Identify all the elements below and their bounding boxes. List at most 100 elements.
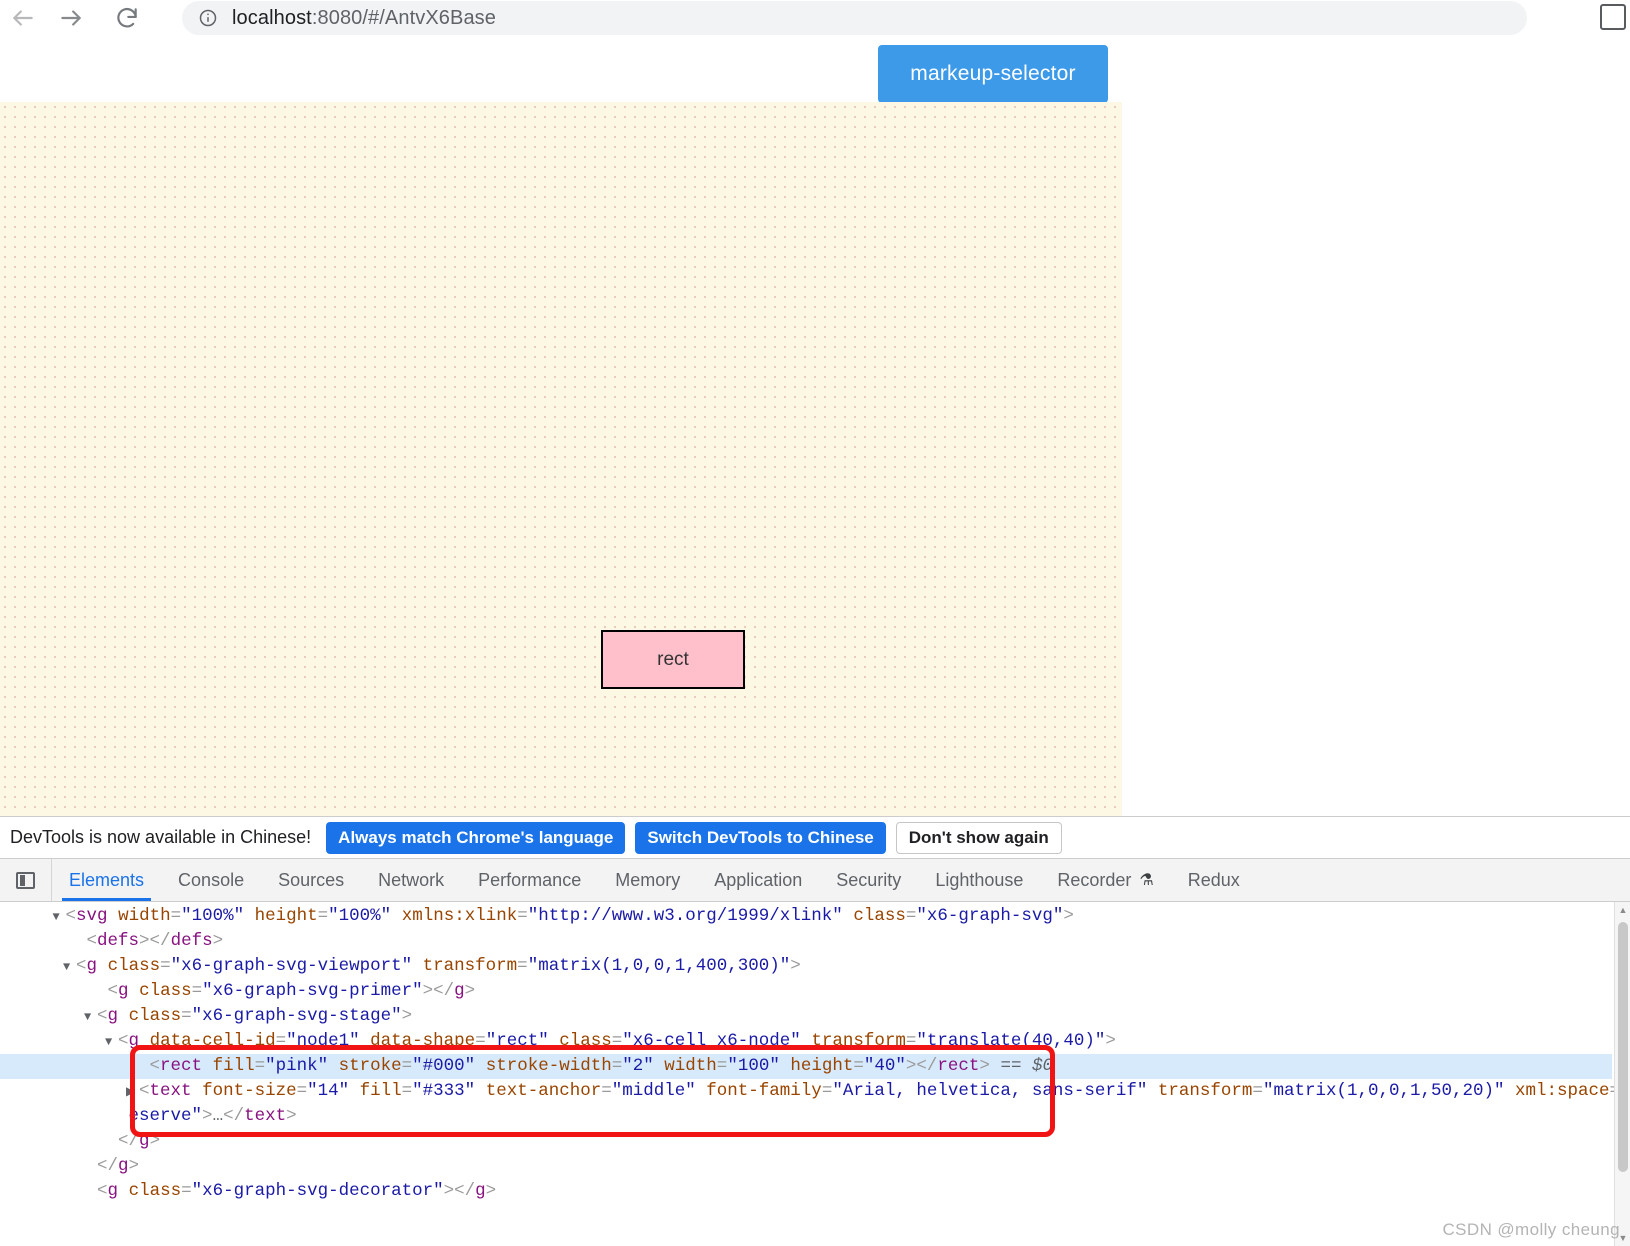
devtools-tab-recorder[interactable]: Recorder ⚗ [1040, 859, 1170, 901]
code-token-attn: width [118, 906, 171, 926]
code-token-attv: "node1" [286, 1031, 360, 1051]
expand-toggle-icon[interactable] [105, 1030, 118, 1055]
expand-toggle-icon[interactable] [126, 1080, 139, 1105]
code-token-punct: > [1063, 906, 1074, 926]
code-token-tagc: svg [76, 906, 108, 926]
elements-panel[interactable]: <svg width="100%" height="100%" xmlns:xl… [0, 902, 1630, 1246]
devtools-tab-elements[interactable]: Elements [52, 859, 161, 901]
code-token-punct: < [97, 1181, 108, 1201]
devtools-tab-memory[interactable]: Memory [598, 859, 697, 901]
expand-toggle-icon[interactable] [63, 955, 76, 980]
code-token-punct: = [905, 906, 917, 926]
code-token-attn: class [559, 1031, 612, 1051]
code-token-attv: "x6-cell x6-node" [622, 1031, 801, 1051]
code-token-punct: = [611, 1056, 623, 1076]
code-token-punct: = [517, 956, 528, 976]
code-token-punct: > [1105, 1031, 1116, 1051]
markup-selector-button[interactable]: markeup-selector [878, 45, 1108, 103]
forward-button[interactable] [52, 0, 90, 36]
elements-panel-scrollbar[interactable]: ▲ ▼ [1614, 902, 1630, 1246]
dom-tree-line[interactable]: <text font-size="14" fill="#333" text-an… [0, 1079, 1630, 1105]
switch-devtools-to-chinese-button[interactable]: Switch DevTools to Chinese [635, 821, 886, 854]
back-button[interactable] [4, 0, 42, 36]
dom-tree-line[interactable]: <g class="x6-graph-svg-primer"></g> [0, 979, 1612, 1004]
tab-label: Sources [278, 869, 345, 890]
always-match-chrome-language-button[interactable]: Always match Chrome's language [326, 821, 626, 854]
code-token-attv: "100%" [181, 906, 245, 926]
dock-panel-icon [16, 871, 35, 889]
arrow-right-icon [61, 10, 81, 26]
dom-tree-line[interactable]: </g> [0, 1154, 1612, 1179]
code-token-punct: > [128, 1156, 140, 1176]
dom-tree-line[interactable]: <g class="x6-graph-svg-viewport" transfo… [0, 954, 1612, 979]
code-token-attv: "100%" [328, 906, 392, 926]
code-token-punct: = [275, 1031, 287, 1051]
tab-label: Lighthouse [935, 869, 1024, 890]
code-token-punct: > [202, 1106, 213, 1126]
address-bar[interactable]: localhost:8080/#/AntvX6Base [182, 1, 1527, 35]
reload-button[interactable] [108, 0, 146, 36]
scroll-up-icon[interactable]: ▲ [1615, 902, 1630, 918]
arrow-left-icon [13, 10, 33, 26]
tab-label: Security [836, 869, 902, 890]
dom-tree-line[interactable]: <g data-cell-id="node1" data-shape="rect… [0, 1029, 1612, 1054]
code-token-punct: < [76, 956, 87, 976]
dom-tree-line[interactable]: <defs></defs> [0, 929, 1612, 954]
tab-label: Recorder [1057, 869, 1132, 890]
tab-label: Redux [1187, 869, 1240, 890]
info-circle-icon[interactable] [198, 8, 218, 28]
dom-tree[interactable]: <svg width="100%" height="100%" xmlns:xl… [0, 904, 1630, 1204]
devtools-tab-redux[interactable]: Redux [1171, 859, 1257, 901]
code-token-attv: "matrix(1,0,0,1,400,300)" [527, 956, 791, 976]
dom-tree-line[interactable]: <g class="x6-graph-svg-decorator"></g> [0, 1179, 1612, 1204]
expand-toggle-icon[interactable] [84, 1005, 97, 1030]
code-token-attv: "http://www.w3.org/1999/xlink" [527, 906, 843, 926]
code-token-attv: "x6-graph-svg" [916, 906, 1064, 926]
window-controls-icon[interactable] [1600, 4, 1626, 30]
scrollbar-thumb[interactable] [1618, 922, 1628, 1172]
dom-tree-line[interactable]: <rect fill="pink" stroke="#000" stroke-w… [0, 1054, 1612, 1079]
code-token-tagc: text [244, 1106, 287, 1126]
code-token-attv: "pink" [265, 1056, 329, 1076]
code-token-punct: = [716, 1056, 728, 1076]
dont-show-again-button[interactable]: Don't show again [895, 821, 1062, 854]
dock-side-button[interactable] [0, 859, 52, 901]
code-token-attn: fill [359, 1081, 402, 1101]
tab-label: Elements [69, 869, 145, 890]
code-token-attv: "x6-graph-svg-primer" [202, 981, 423, 1001]
dom-tree-line[interactable]: <g class="x6-graph-svg-stage"> [0, 1004, 1612, 1029]
x6-graph-canvas[interactable]: rect [0, 102, 1122, 816]
expand-toggle-icon[interactable] [53, 905, 66, 930]
devtools-tab-performance[interactable]: Performance [461, 859, 598, 901]
code-token-tagc: rect [937, 1056, 980, 1076]
code-token-punct: = [853, 1056, 864, 1076]
code-token-punct: > [485, 1181, 497, 1201]
devtools-tab-console[interactable]: Console [161, 859, 261, 901]
graph-node-rect[interactable]: rect [601, 630, 745, 689]
code-token-punct: = [191, 981, 203, 1001]
watermark: CSDN @molly cheung [1442, 1220, 1620, 1239]
devtools-tab-lighthouse[interactable]: Lighthouse [918, 859, 1040, 901]
dom-tree-line[interactable]: </g> [0, 1129, 1612, 1154]
code-token-attn: width [664, 1056, 717, 1076]
devtools-tab-application[interactable]: Application [697, 859, 819, 901]
devtools-tab-network[interactable]: Network [361, 859, 461, 901]
code-token-tagc: g [107, 1181, 119, 1201]
dom-tree-line[interactable]: <svg width="100%" height="100%" xmlns:xl… [0, 904, 1612, 929]
devtools-tab-security[interactable]: Security [819, 859, 918, 901]
code-token-attv: "x6-graph-svg-stage" [191, 1006, 402, 1026]
code-token-attn: stroke-width [485, 1056, 612, 1076]
devtools-language-notice: DevTools is now available in Chinese! Al… [0, 816, 1630, 859]
dom-tree-line[interactable]: eserve">…</text> [0, 1104, 1612, 1129]
code-token-punct: = [517, 906, 528, 926]
devtools-tab-sources[interactable]: Sources [261, 859, 361, 901]
code-token-punct: < [97, 1006, 108, 1026]
